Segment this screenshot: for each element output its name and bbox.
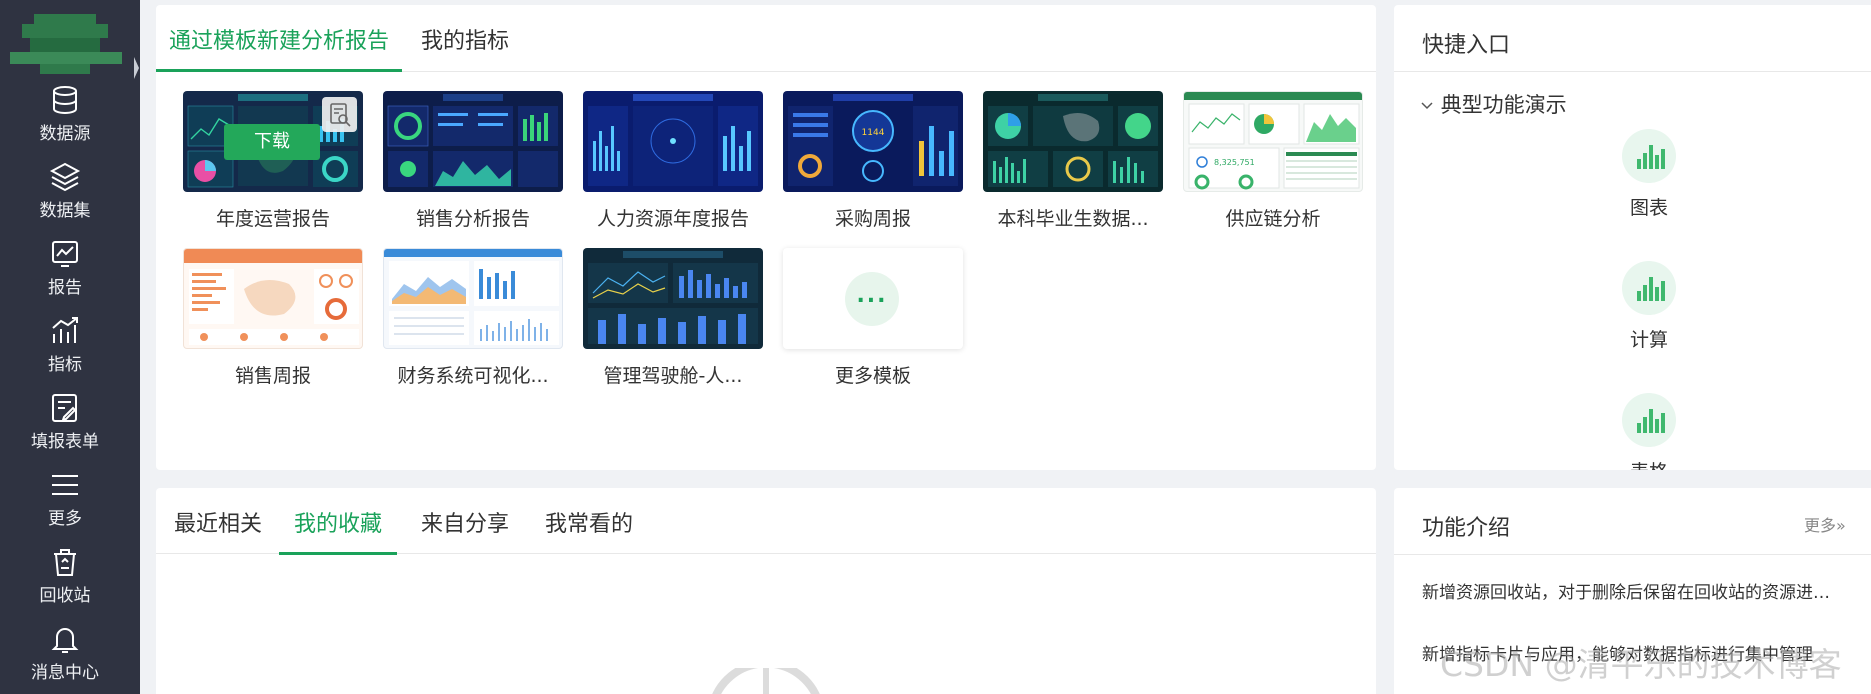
- sidebar-item-messages[interactable]: 消息中心: [0, 622, 130, 694]
- feature-demo-group-label: 典型功能演示: [1440, 93, 1567, 117]
- more-icon: ...: [845, 272, 899, 326]
- download-button[interactable]: 下载: [224, 124, 320, 160]
- sidebar-item-form[interactable]: 填报表单: [0, 391, 130, 465]
- more-templates-thumbnail: ...: [783, 248, 963, 349]
- divider: [1394, 71, 1871, 72]
- template-thumbnail: [383, 91, 563, 192]
- template-card[interactable]: 管理驾驶舱-人...: [583, 248, 763, 388]
- recent-tabs: 最近相关 我的收藏 来自分享 我常看的: [156, 488, 1376, 555]
- sidebar-item-datasource[interactable]: 数据源: [0, 83, 130, 157]
- tab-favorites[interactable]: 我的收藏: [279, 506, 398, 555]
- quick-item-table[interactable]: 表格: [1594, 393, 1704, 470]
- sidebar-item-recycle-bin[interactable]: 回收站: [0, 545, 130, 619]
- chevron-down-icon: [1420, 94, 1434, 118]
- template-name: 销售周报: [234, 365, 311, 387]
- empty-state-icon: [696, 659, 836, 694]
- template-thumbnail: [583, 248, 763, 349]
- quick-entry-panel: 快捷入口 典型功能演示 图表 计算 表格: [1394, 5, 1871, 470]
- sidebar-collapse-handle[interactable]: [133, 55, 140, 81]
- recycle-bin-icon: [48, 545, 82, 579]
- more-link-label: 更多: [1804, 516, 1837, 535]
- database-icon: [48, 83, 82, 117]
- report-icon: [48, 237, 82, 271]
- template-name: 更多模板: [834, 365, 911, 387]
- sidebar-item-label: 回收站: [39, 586, 91, 606]
- sidebar-item-label: 指标: [48, 355, 82, 375]
- quick-item-chart[interactable]: 图表: [1594, 129, 1704, 220]
- sidebar-item-metric[interactable]: 指标: [0, 314, 130, 388]
- template-name: 销售分析报告: [415, 208, 530, 230]
- more-link[interactable]: 更多»: [1804, 512, 1846, 536]
- sidebar-item-label: 填报表单: [31, 432, 99, 452]
- templates-panel: 通过模板新建分析报告 我的指标 下载 年度运营报告 销售分析报告 人力资源年度报…: [156, 5, 1376, 470]
- more-templates-card[interactable]: ... 更多模板: [783, 248, 963, 388]
- quick-entry-title: 快捷入口: [1422, 33, 1511, 58]
- quick-item-label: 表格: [1594, 457, 1704, 470]
- template-name: 年度运营报告: [215, 208, 330, 230]
- sidebar-item-label: 更多: [48, 509, 82, 529]
- tab-new-from-template[interactable]: 通过模板新建分析报告: [156, 23, 403, 72]
- sidebar: 数据源 数据集 报告 指标 填报表单 更多 回收站 消息中心: [0, 0, 140, 694]
- template-card[interactable]: 销售分析报告: [383, 91, 563, 231]
- template-card[interactable]: 8,325,751 供应链分析: [1183, 91, 1363, 231]
- template-thumbnail: [583, 91, 763, 192]
- template-name: 供应链分析: [1225, 208, 1321, 230]
- sidebar-item-label: 报告: [48, 278, 82, 298]
- sidebar-item-report[interactable]: 报告: [0, 237, 130, 311]
- template-card[interactable]: 1144 采购周报: [783, 91, 963, 231]
- preview-icon: [330, 103, 351, 127]
- tab-my-metrics[interactable]: 我的指标: [421, 23, 509, 72]
- divider: [1394, 554, 1871, 555]
- app-logo: [10, 8, 128, 80]
- template-card[interactable]: 财务系统可视化...: [383, 248, 563, 388]
- template-thumbnail: [983, 91, 1163, 192]
- tab-frequent[interactable]: 我常看的: [545, 506, 633, 555]
- sidebar-item-label: 消息中心: [31, 663, 99, 683]
- template-name: 人力资源年度报告: [596, 208, 749, 230]
- sidebar-item-more[interactable]: 更多: [0, 468, 130, 542]
- template-card[interactable]: 下载 年度运营报告: [183, 91, 363, 231]
- bar-chart-icon: [1622, 393, 1676, 447]
- tab-shared[interactable]: 来自分享: [421, 506, 509, 555]
- bar-chart-icon: [1622, 129, 1676, 183]
- template-name: 采购周报: [834, 208, 911, 230]
- quick-item-calculate[interactable]: 计算: [1594, 261, 1704, 352]
- template-card[interactable]: 销售周报: [183, 248, 363, 388]
- sidebar-item-label: 数据集: [39, 201, 91, 221]
- bar-chart-icon: [1622, 261, 1676, 315]
- quick-item-label: 图表: [1629, 197, 1668, 219]
- watermark: CSDN @清平乐的技术博客: [1440, 645, 1842, 684]
- menu-icon: [48, 468, 82, 502]
- svg-text:8,325,751: 8,325,751: [1214, 158, 1255, 167]
- templates-tabs: 通过模板新建分析报告 我的指标: [156, 5, 1376, 72]
- feature-intro-title: 功能介绍: [1422, 516, 1511, 541]
- preview-button[interactable]: [322, 97, 357, 132]
- template-name: 管理驾驶舱-人...: [603, 365, 743, 387]
- bell-icon: [48, 622, 82, 656]
- template-thumbnail: [183, 248, 363, 349]
- double-chevron-right-icon: »: [1836, 516, 1846, 535]
- sidebar-item-label: 数据源: [39, 124, 91, 144]
- template-name: 财务系统可视化...: [397, 365, 549, 387]
- metric-icon: [48, 314, 82, 348]
- svg-text:1144: 1144: [862, 128, 885, 138]
- quick-item-label: 计算: [1629, 329, 1668, 351]
- form-edit-icon: [48, 391, 82, 425]
- template-thumbnail: 下载: [183, 91, 363, 192]
- layers-icon: [48, 160, 82, 194]
- template-name: 本科毕业生数据...: [997, 208, 1149, 230]
- template-thumbnail: [383, 248, 563, 349]
- news-item[interactable]: 新增资源回收站，对于删除后保留在回收站的资源进行统一管理: [1422, 578, 1842, 603]
- template-thumbnail: 8,325,751: [1183, 91, 1363, 192]
- sidebar-item-dataset[interactable]: 数据集: [0, 160, 130, 234]
- template-card[interactable]: 人力资源年度报告: [583, 91, 763, 231]
- recent-panel: 最近相关 我的收藏 来自分享 我常看的: [156, 488, 1376, 694]
- template-thumbnail: 1144: [783, 91, 963, 192]
- tab-recent[interactable]: 最近相关: [174, 506, 262, 555]
- template-card[interactable]: 本科毕业生数据...: [983, 91, 1163, 231]
- feature-demo-group[interactable]: 典型功能演示: [1420, 89, 1567, 119]
